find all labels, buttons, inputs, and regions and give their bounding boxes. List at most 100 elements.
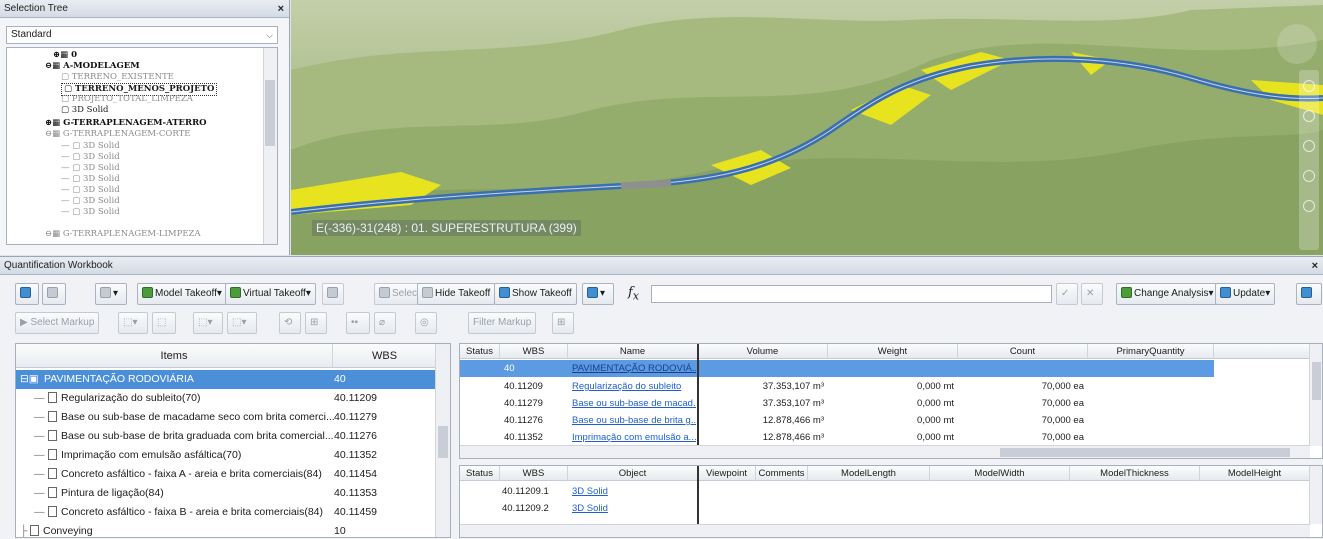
viewcube-icon[interactable] [1277, 24, 1317, 64]
tree-node[interactable]: ▢ 3D Solid [61, 105, 108, 116]
tree-node[interactable]: — ▢ 3D Solid [61, 163, 120, 174]
hide-takeoff-button[interactable]: Hide Takeoff [417, 283, 496, 305]
line-tool-button[interactable]: ⬚▾ [118, 312, 148, 334]
item-row[interactable]: — Imprimação com emulsão asfáltica(70) 40.… [16, 446, 436, 465]
snap-button[interactable]: ◎ [415, 312, 437, 334]
polyline-tool-button[interactable]: ⬚ [152, 312, 176, 334]
wbs-column-header[interactable]: WBS [500, 466, 568, 481]
settings-button[interactable] [42, 283, 66, 305]
item-row[interactable]: — Concreto asfáltico - faixa A - areia e … [16, 465, 436, 484]
tree-node[interactable]: — ▢ 3D Solid [61, 141, 120, 152]
scroll-thumb[interactable] [1000, 448, 1290, 457]
fill-tool-button[interactable]: ⟲ [279, 312, 301, 334]
tree-scrollbar[interactable] [263, 48, 277, 244]
comments-column-header[interactable]: Comments [756, 466, 808, 481]
select-markup-button[interactable]: ▶ Select Markup [15, 312, 100, 334]
row-name-link[interactable]: Imprimação com emulsão a... [572, 429, 696, 446]
items-scrollbar[interactable] [435, 344, 450, 537]
tree-node[interactable]: ⊕▦ G-TERRAPLENAGEM-ATERRO [45, 118, 207, 129]
change-analysis-button[interactable]: Change Analysis▾ [1116, 283, 1219, 305]
primary-quantity-column-header[interactable]: PrimaryQuantity [1088, 344, 1214, 359]
view-layout-button[interactable]: ▾ [95, 283, 127, 305]
row-name-link[interactable]: Base ou sub-base de macad... [572, 395, 696, 412]
model-takeoff-button[interactable]: Model Takeoff▾ [137, 283, 227, 305]
volume-column-header[interactable]: Volume [698, 344, 828, 359]
close-icon[interactable]: × [278, 0, 284, 18]
accept-formula-button[interactable]: ✓ [1056, 283, 1078, 305]
takeoff-vertical-scrollbar[interactable] [1309, 344, 1322, 446]
count-column-header[interactable]: Count [958, 344, 1088, 359]
status-column-header[interactable]: Status [460, 344, 500, 359]
navigation-bar[interactable] [1299, 70, 1319, 250]
virtual-takeoff-button[interactable]: Virtual Takeoff▾ [225, 283, 316, 305]
name-column-header[interactable]: Name [568, 344, 698, 359]
export-button[interactable] [1296, 283, 1322, 305]
weight-column-header[interactable]: Weight [828, 344, 958, 359]
items-scroll-thumb[interactable] [438, 426, 448, 458]
grid-options-button[interactable]: ▾ [582, 283, 614, 305]
markup-grid-button[interactable]: ⊞ [552, 312, 574, 334]
formula-input[interactable] [651, 285, 1052, 303]
takeoff-row[interactable]: 40.11352 Imprimação com emulsão a... 12.… [460, 429, 1310, 446]
rect-tool-button[interactable]: ⬚▾ [227, 312, 257, 334]
erase-tool-button[interactable]: ⌀ [374, 312, 396, 334]
row-name-link[interactable]: Regularização do subleito [572, 378, 696, 395]
object-vertical-scrollbar[interactable] [1309, 466, 1322, 524]
items-column-header[interactable]: Items [16, 344, 332, 368]
orbit-icon[interactable] [1303, 140, 1315, 152]
selection-tree[interactable]: ⊕▦ 0 ⊖▦ A-MODELAGEM ▢ TERRENO_EXISTENTE … [6, 47, 278, 245]
object-row[interactable]: 40.11209.1 3D Solid [460, 483, 1310, 500]
look-icon[interactable] [1303, 170, 1315, 182]
object-row[interactable]: 40.11209.2 3D Solid [460, 500, 1310, 517]
3d-viewport[interactable]: E(-336)-31(248) : 01. SUPERESTRUTURA (39… [291, 0, 1323, 255]
scroll-thumb[interactable] [1312, 362, 1321, 400]
pan-icon[interactable] [1303, 110, 1315, 122]
tree-node[interactable]: ⊖▦ A-MODELAGEM [45, 61, 140, 72]
tree-node[interactable]: — ▢ 3D Solid [61, 185, 120, 196]
wbs-column-header[interactable]: WBS [500, 344, 568, 359]
takeoff-horizontal-scrollbar[interactable] [460, 445, 1310, 458]
tree-node[interactable]: ⊕▦ 0 [53, 50, 77, 61]
area-tool-button[interactable]: ⬚▾ [193, 312, 223, 334]
update-button[interactable]: Update▾ [1215, 283, 1276, 305]
row-object-link[interactable]: 3D Solid [572, 500, 608, 517]
tree-node[interactable]: ⊖▦ G-TERRAPLENAGEM-LIMPEZA [45, 229, 201, 240]
tree-node[interactable]: — ▢ 3D Solid [61, 207, 120, 218]
model-width-column-header[interactable]: ModelWidth [930, 466, 1070, 481]
count-tool-button[interactable]: •▪ [346, 312, 370, 334]
object-column-header[interactable]: Object [568, 466, 698, 481]
bucket-tool-button[interactable]: ⊞ [305, 312, 327, 334]
cancel-formula-button[interactable]: ✕ [1081, 283, 1103, 305]
model-length-column-header[interactable]: ModelLength [808, 466, 930, 481]
tree-node[interactable]: — ▢ 3D Solid [61, 196, 120, 207]
model-height-column-header[interactable]: ModelHeight [1200, 466, 1310, 481]
copy-button[interactable] [322, 283, 344, 305]
show-takeoff-button[interactable]: Show Takeoff [494, 283, 577, 305]
items-view-button[interactable] [15, 283, 39, 305]
tree-node[interactable]: — ▢ 3D Solid [61, 152, 120, 163]
item-row[interactable]: — Base ou sub-base de macadame seco com b… [16, 408, 436, 427]
takeoff-row-selected[interactable]: 40 PAVIMENTAÇÃO RODOVIÁ... [460, 360, 1214, 377]
item-row[interactable]: — Base ou sub-base de brita graduada com … [16, 427, 436, 446]
walk-icon[interactable] [1303, 200, 1315, 212]
zoom-icon[interactable] [1303, 80, 1315, 92]
takeoff-row[interactable]: 40.11209 Regularização do subleito 37.35… [460, 378, 1310, 395]
filter-markup-button[interactable]: Filter Markup [468, 312, 537, 334]
viewpoint-column-header[interactable]: Viewpoint [698, 466, 756, 481]
selection-tree-dropdown[interactable]: Standard ⌵ [6, 26, 278, 44]
item-row[interactable]: ├ Conveying 10 [16, 522, 436, 537]
item-row[interactable]: — Concreto asfáltico - faixa B - areia e … [16, 503, 436, 522]
close-icon[interactable]: × [1312, 257, 1318, 275]
takeoff-row[interactable]: 40.11279 Base ou sub-base de macad... 37… [460, 395, 1310, 412]
row-object-link[interactable]: 3D Solid [572, 483, 608, 500]
tree-scroll-thumb[interactable] [265, 80, 275, 146]
item-row[interactable]: — Pintura de ligação(84) 40.11353 [16, 484, 436, 503]
tree-node[interactable]: ▢ PROJETO_TOTAL_LIMPEZA [61, 94, 193, 105]
takeoff-row[interactable]: 40.11276 Base ou sub-base de brita g... … [460, 412, 1310, 429]
item-row-selected[interactable]: ⊟▣ PAVIMENTAÇÃO RODOVIÁRIA 40 [16, 370, 436, 389]
item-row[interactable]: — Regularização do subleito(70) 40.11209 [16, 389, 436, 408]
row-name-link[interactable]: PAVIMENTAÇÃO RODOVIÁ... [572, 360, 696, 377]
status-column-header[interactable]: Status [460, 466, 500, 481]
tree-node[interactable]: ⊖▦ G-TERRAPLENAGEM-CORTE [45, 129, 191, 140]
model-thickness-column-header[interactable]: ModelThickness [1070, 466, 1200, 481]
